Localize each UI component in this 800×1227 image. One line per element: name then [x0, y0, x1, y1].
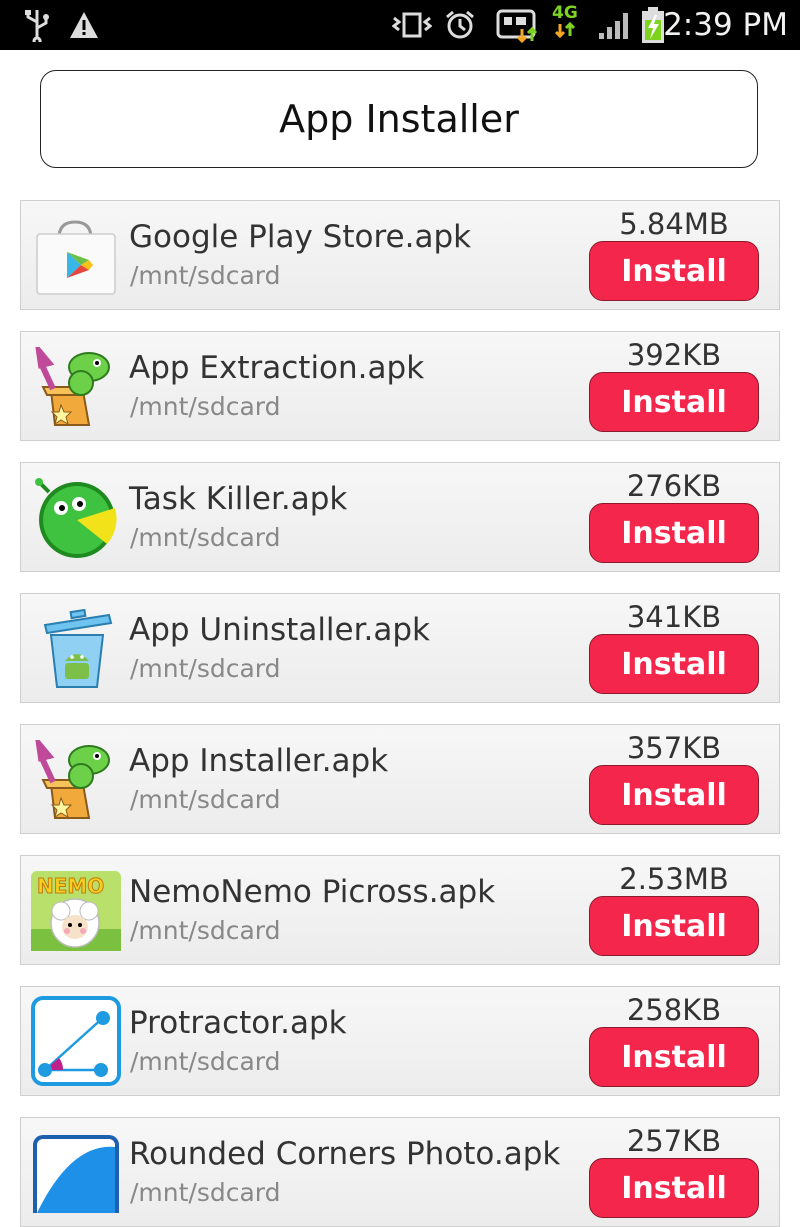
apk-path: /mnt/sdcard	[130, 785, 281, 814]
apk-path: /mnt/sdcard	[130, 1178, 281, 1207]
apk-path: /mnt/sdcard	[130, 654, 281, 683]
apk-size: 392KB	[626, 338, 722, 372]
apk-name: Protractor.apk	[129, 1005, 347, 1041]
apk-name: Task Killer.apk	[129, 481, 348, 517]
apk-name: Google Play Store.apk	[129, 219, 472, 255]
protractor-icon	[31, 996, 121, 1086]
install-button[interactable]: Install	[589, 503, 759, 563]
install-button[interactable]: Install	[589, 634, 759, 694]
apk-name: App Extraction.apk	[129, 350, 425, 386]
apk-size: 2.53MB	[619, 862, 729, 896]
install-button[interactable]: Install	[589, 765, 759, 825]
vibrate-icon	[392, 0, 432, 50]
list-item[interactable]: NEMO NemoNemo Picross.apk /mnt/sdcard 2.…	[20, 855, 780, 965]
install-button[interactable]: Install	[589, 1027, 759, 1087]
status-bar: 4G 2:39 PM	[0, 0, 800, 50]
apk-size: 5.84MB	[619, 207, 729, 241]
list-item[interactable]: Rounded Corners Photo.apk /mnt/sdcard 25…	[20, 1117, 780, 1227]
app-installer-icon	[31, 733, 121, 820]
nemonemo-icon: NEMO	[31, 871, 121, 959]
alarm-icon	[444, 0, 476, 50]
apk-name: App Installer.apk	[129, 743, 389, 779]
signal-icon	[598, 0, 632, 50]
apk-name: NemoNemo Picross.apk	[129, 874, 496, 910]
apk-path: /mnt/sdcard	[130, 916, 281, 945]
apk-size: 276KB	[626, 469, 722, 503]
apk-path: /mnt/sdcard	[130, 392, 281, 421]
apk-name: App Uninstaller.apk	[129, 612, 430, 648]
usb-icon	[22, 0, 52, 50]
apk-path: /mnt/sdcard	[130, 1047, 281, 1076]
play-store-icon	[31, 216, 121, 296]
trash-android-icon	[31, 608, 121, 689]
network-4g-icon: 4G	[552, 4, 578, 42]
apk-name: Rounded Corners Photo.apk	[129, 1136, 561, 1172]
list-item[interactable]: Google Play Store.apk /mnt/sdcard 5.84MB…	[20, 200, 780, 310]
install-button[interactable]: Install	[589, 372, 759, 432]
apk-path: /mnt/sdcard	[130, 261, 281, 290]
warning-icon	[68, 0, 100, 50]
list-item[interactable]: App Installer.apk /mnt/sdcard 357KB Inst…	[20, 724, 780, 834]
rounded-photo-icon	[31, 1133, 121, 1225]
apk-size: 341KB	[626, 600, 722, 634]
list-item[interactable]: App Uninstaller.apk /mnt/sdcard 341KB In…	[20, 593, 780, 703]
app-title-box: App Installer	[40, 70, 758, 168]
apk-size: 257KB	[626, 1124, 722, 1158]
install-button[interactable]: Install	[589, 896, 759, 956]
install-button[interactable]: Install	[589, 1158, 759, 1218]
app-extraction-icon	[31, 340, 121, 427]
list-item[interactable]: App Extraction.apk /mnt/sdcard 392KB Ins…	[20, 331, 780, 441]
clock: 2:39 PM	[663, 7, 788, 43]
svg-text:NEMO: NEMO	[37, 874, 104, 898]
page-title: App Installer	[279, 97, 519, 141]
sync-icon	[496, 0, 540, 50]
apk-size: 357KB	[626, 731, 722, 765]
list-item[interactable]: Task Killer.apk /mnt/sdcard 276KB Instal…	[20, 462, 780, 572]
list-item[interactable]: Protractor.apk /mnt/sdcard 258KB Install	[20, 986, 780, 1096]
apk-path: /mnt/sdcard	[130, 523, 281, 552]
task-killer-icon	[31, 478, 121, 558]
install-button[interactable]: Install	[589, 241, 759, 301]
apk-size: 258KB	[626, 993, 722, 1027]
